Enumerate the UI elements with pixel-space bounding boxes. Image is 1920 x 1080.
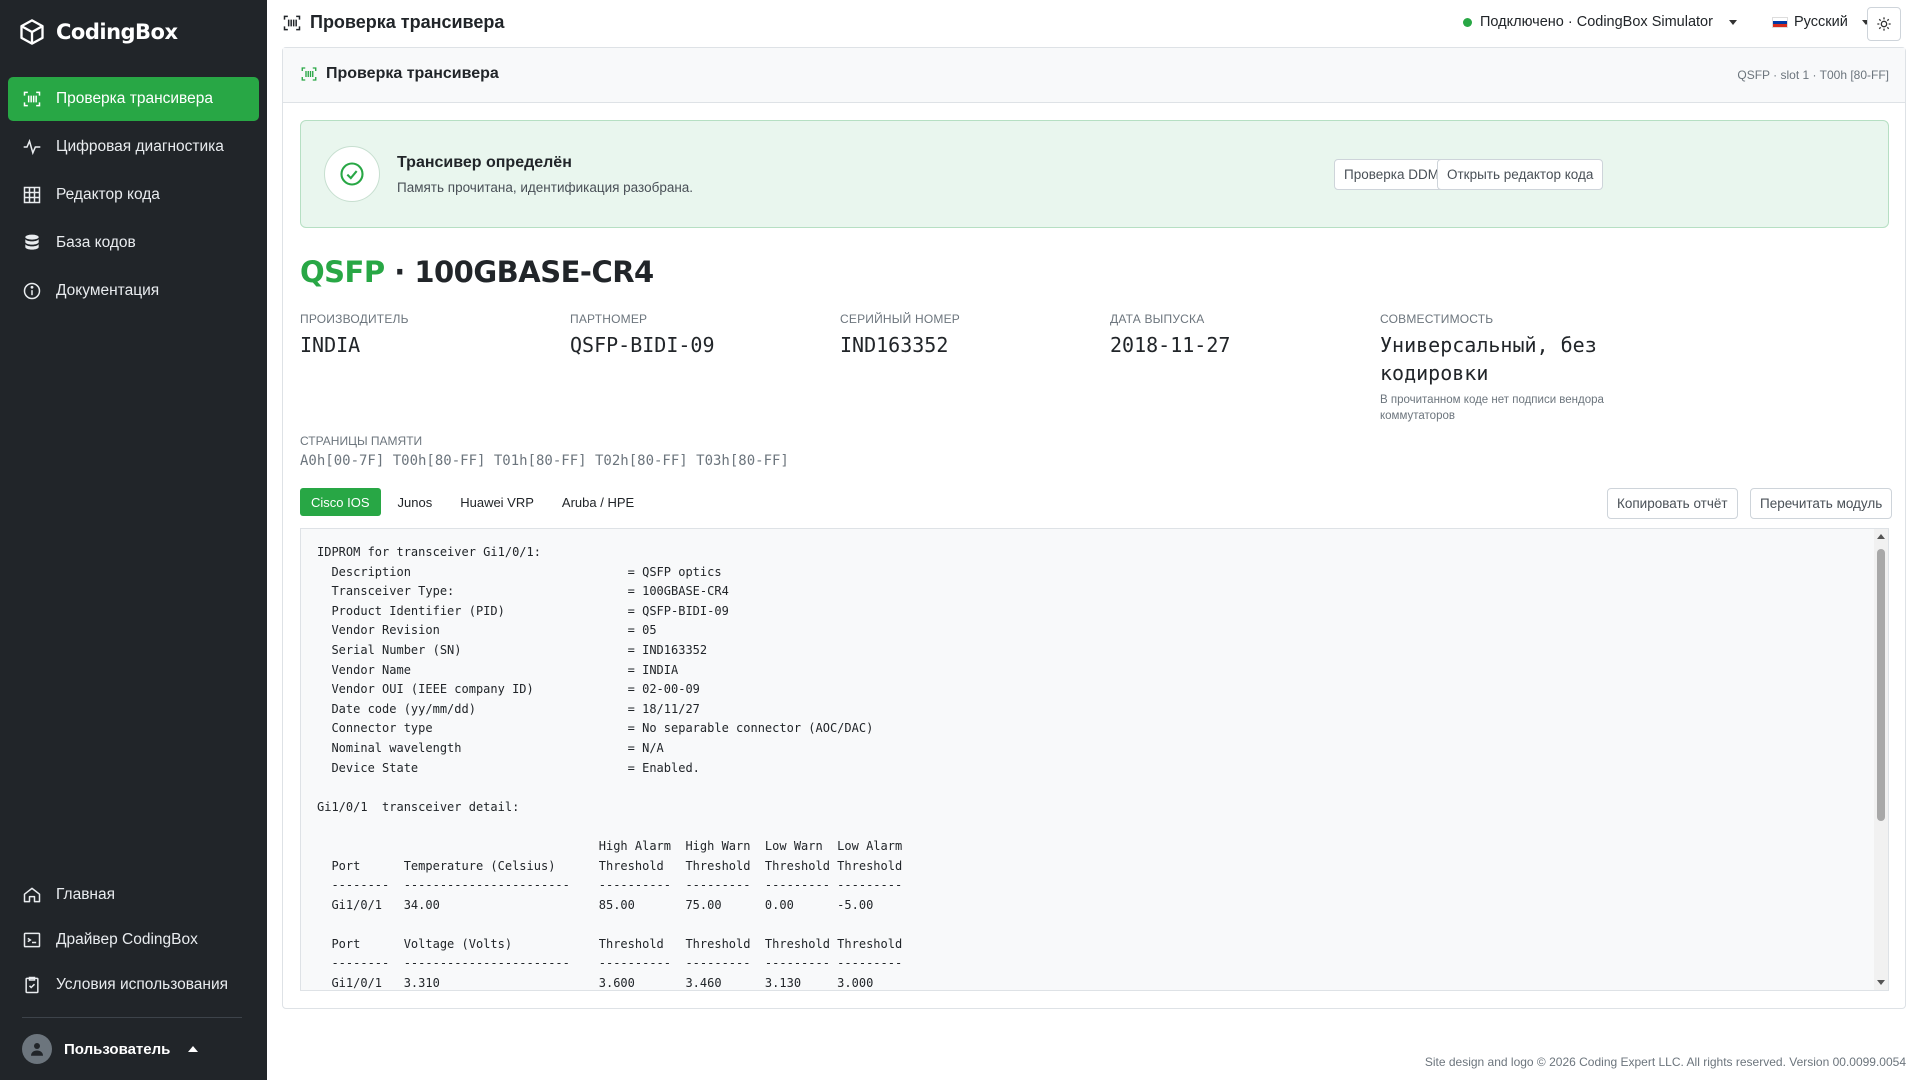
sidebar-bottom-nav: Главная Драйвер CodingBox Условия исполь… [8, 874, 259, 1009]
sidebar-nav: Проверка трансивера Цифровая диагностика… [8, 77, 259, 317]
transceiver-card: Проверка трансивера QSFP · slot 1 · T00h… [282, 47, 1906, 1009]
serial-number-label: Серийный номер [840, 312, 960, 326]
detection-alert: Трансивер определён Память прочитана, ид… [300, 120, 1889, 228]
module-type: QSFP [300, 255, 385, 289]
sidebar-item-terms[interactable]: Условия использования [8, 964, 259, 1006]
user-menu[interactable]: Пользователь [22, 1034, 199, 1064]
brand-logo[interactable]: CodingBox [18, 18, 178, 46]
alert-subtitle: Память прочитана, идентификация разобран… [397, 180, 694, 195]
slot-info: QSFP · slot 1 · T00h [80-FF] [1737, 68, 1889, 82]
pulse-icon [22, 137, 42, 157]
scroll-down-icon[interactable] [1877, 980, 1885, 985]
topbar: Проверка трансивера Подключено · CodingB… [267, 0, 1920, 46]
clipboard-check-icon [22, 975, 42, 995]
sidebar-item-driver[interactable]: Драйвер CodingBox [8, 919, 259, 961]
language-dropdown[interactable]: Русский [1772, 14, 1870, 30]
part-number-field: Партномер QSFP-BIDI-09 [570, 312, 715, 359]
sidebar-item-label: Редактор кода [56, 186, 160, 203]
cube-icon [20, 19, 44, 45]
status-dot [1463, 17, 1472, 27]
ddm-check-button[interactable]: Проверка DDM [1334, 159, 1449, 190]
serial-number-field: Серийный номер IND163352 [840, 312, 960, 359]
sidebar-item-code-base[interactable]: База кодов [8, 221, 259, 265]
idprom-output: IDPROM for transceiver Gi1/0/1: Descript… [300, 528, 1889, 991]
vendor-label: Производитель [300, 312, 409, 326]
scrollbar[interactable] [1874, 529, 1888, 990]
info-icon [22, 281, 42, 301]
grid-icon [22, 185, 42, 205]
memory-pages: Страницы памяти A0h[00-7F] T00h[80-FF] T… [300, 434, 789, 469]
card-header: Проверка трансивера QSFP · slot 1 · T00h… [283, 48, 1905, 103]
sidebar-item-label: Документация [56, 282, 160, 299]
sidebar-item-label: Главная [56, 886, 115, 903]
database-icon [22, 233, 42, 253]
os-tabs: Cisco IOS Junos Huawei VRP Aruba / HPE [300, 488, 645, 516]
module-heading: QSFP · 100GBASE-CR4 [300, 255, 654, 289]
compatibility-value: Универсальный, без кодировки [1380, 333, 1597, 385]
chevron-down-icon [1728, 19, 1737, 25]
card-title: Проверка трансивера [300, 65, 499, 83]
vendor-value: INDIA [300, 333, 361, 357]
sidebar-item-label: Условия использования [56, 976, 229, 993]
module-name: 100GBASE-CR4 [414, 255, 654, 289]
module-separator: · [384, 255, 415, 289]
terminal-icon [22, 930, 42, 950]
home-icon [22, 885, 42, 905]
connection-dropdown[interactable]: Подключено · CodingBox Simulator [1463, 14, 1737, 30]
sidebar-item-label: Проверка трансивера [56, 90, 213, 107]
compatibility-label: Совместимость [1380, 312, 1494, 326]
memory-pages-value: A0h[00-7F] T00h[80-FF] T01h[80-FF] T02h[… [300, 453, 789, 469]
tab-aruba-hpe[interactable]: Aruba / HPE [551, 488, 645, 516]
date-label: Дата выпуска [1110, 312, 1205, 326]
page-title-text: Проверка трансивера [310, 12, 505, 32]
reread-module-button[interactable]: Перечитать модуль [1750, 488, 1893, 519]
part-number-value: QSFP-BIDI-09 [570, 333, 715, 357]
avatar [22, 1034, 52, 1064]
sidebar-item-documentation[interactable]: Документация [8, 269, 259, 313]
language-label: Русский [1794, 14, 1848, 30]
sidebar-item-home[interactable]: Главная [8, 874, 259, 916]
sidebar-item-transceiver-check[interactable]: Проверка трансивера [8, 77, 259, 121]
compatibility-note: В прочитанном коде нет подписи вендора к… [1380, 394, 1604, 422]
open-code-editor-button[interactable]: Открыть редактор кода [1437, 159, 1604, 190]
scan-icon [283, 15, 301, 30]
user-name: Пользователь [64, 1040, 171, 1058]
user-icon [31, 1043, 43, 1056]
memory-pages-label: Страницы памяти [300, 434, 423, 448]
sun-icon [1877, 17, 1891, 31]
sidebar-item-code-editor[interactable]: Редактор кода [8, 173, 259, 217]
scan-icon [301, 67, 317, 81]
page-title: Проверка трансивера [282, 12, 504, 33]
sidebar-item-label: База кодов [56, 234, 136, 251]
date-value: 2018-11-27 [1110, 333, 1231, 357]
flag-ru-icon [1772, 16, 1788, 28]
tab-cisco-ios[interactable]: Cisco IOS [300, 488, 381, 516]
sidebar-divider [22, 1017, 242, 1018]
compatibility-field: Совместимость Универсальный, без кодиров… [1380, 312, 1640, 424]
card-title-text: Проверка трансивера [326, 65, 499, 82]
alert-title: Трансивер определён [397, 154, 572, 171]
theme-toggle-button[interactable] [1867, 7, 1901, 41]
sidebar-item-digital-diagnostics[interactable]: Цифровая диагностика [8, 125, 259, 169]
sidebar-item-label: Цифровая диагностика [56, 138, 224, 155]
footer-copyright: Site design and logo © 2026 Coding Exper… [1424, 1055, 1906, 1069]
brand-name: CodingBox [56, 20, 178, 44]
sidebar: CodingBox Проверка трансивера Цифровая д… [0, 0, 267, 1080]
tab-junos[interactable]: Junos [387, 488, 444, 516]
check-circle-icon [324, 146, 380, 202]
date-field: Дата выпуска 2018-11-27 [1110, 312, 1230, 359]
caret-up-icon [188, 1046, 199, 1052]
sidebar-item-label: Драйвер CodingBox [56, 931, 198, 948]
scrollbar-thumb[interactable] [1877, 549, 1885, 821]
vendor-field: Производитель INDIA [300, 312, 409, 359]
scroll-up-icon[interactable] [1877, 534, 1885, 539]
part-number-label: Партномер [570, 312, 648, 326]
serial-number-value: IND163352 [840, 333, 949, 357]
connection-status: Подключено · CodingBox Simulator [1480, 14, 1713, 30]
copy-report-button[interactable]: Копировать отчёт [1607, 488, 1738, 519]
idprom-text: IDPROM for transceiver Gi1/0/1: Descript… [317, 545, 903, 991]
scan-icon [22, 89, 42, 109]
tab-huawei-vrp[interactable]: Huawei VRP [449, 488, 545, 516]
